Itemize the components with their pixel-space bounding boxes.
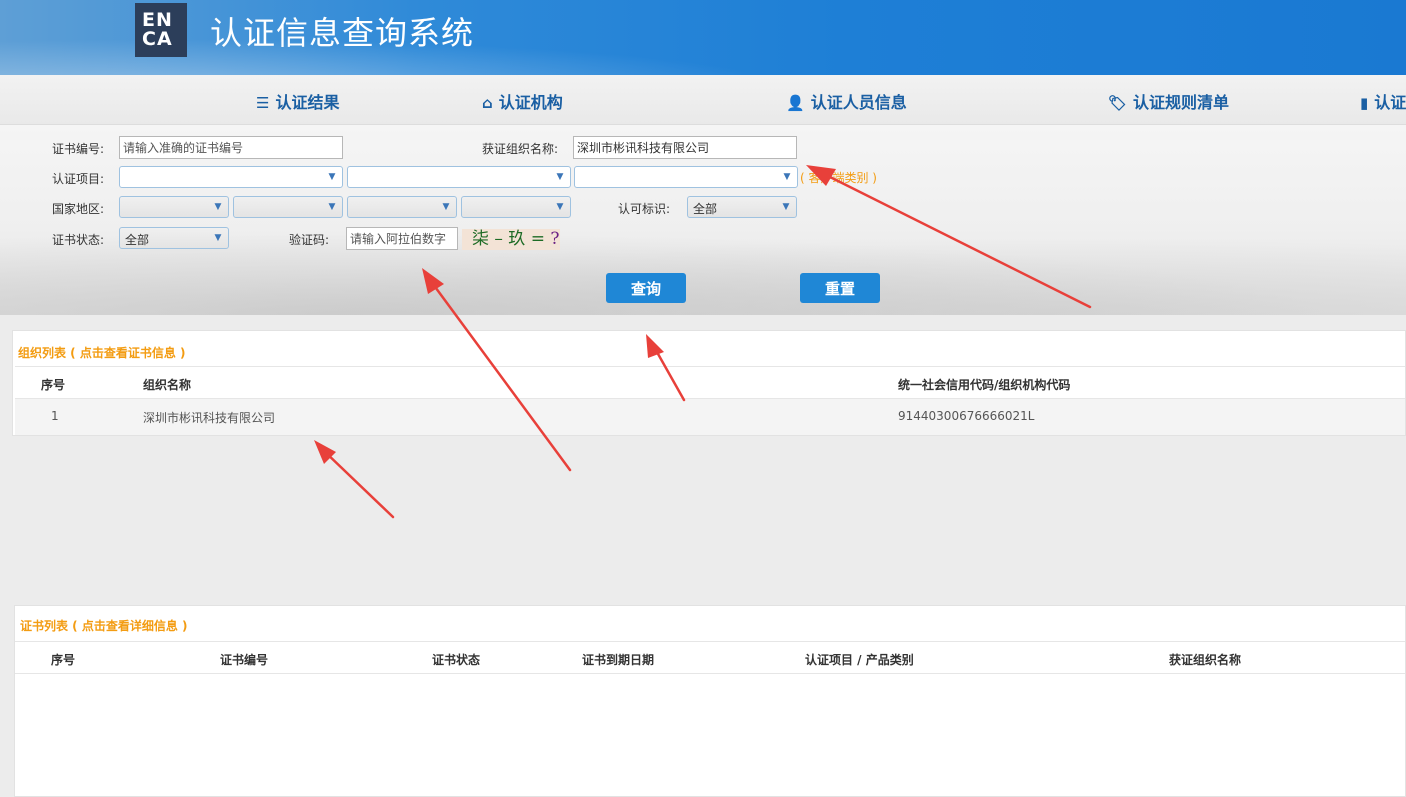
row-credit-code: 91440300676666021L — [898, 409, 1035, 423]
main-nav: ☰ 认证结果 ⌂ 认证机构 👤 认证人员信息 🏷 认证规则清单 ▮ 认证 — [0, 75, 1406, 125]
captcha-question-mark: ? — [544, 229, 560, 249]
region-select-4[interactable]: ▼ — [461, 196, 571, 218]
org-name-label: 获证组织名称: — [482, 142, 559, 156]
tag-icon: 🏷 — [1108, 94, 1128, 112]
captcha-expression: 柒 – 玖 = — [472, 229, 545, 249]
nav-item-cert-results[interactable]: ☰ 认证结果 — [256, 89, 339, 113]
project-select-2[interactable]: ▼ — [347, 166, 571, 188]
status-select-value: 全部 — [125, 233, 150, 247]
nav-label: 认证结果 — [275, 93, 340, 112]
annotation-arrow — [321, 448, 395, 519]
project-hint: ( 客户端类别 ) — [800, 171, 877, 185]
nav-item-cert-bodies[interactable]: ⌂ 认证机构 — [482, 89, 563, 113]
cert-list-header: 序号 证书编号 证书状态 证书到期日期 认证项目 / 产品类别 获证组织名称 — [15, 641, 1405, 674]
app-header: EN CA 认证信息查询系统 — [0, 0, 1406, 75]
nav-item-rules[interactable]: 🏷 认证规则清单 — [1108, 89, 1229, 113]
status-label: 证书状态: — [52, 233, 105, 247]
mark-label: 认可标识: — [618, 202, 671, 216]
cert-list-title: 证书列表 ( 点击查看详细信息 ) — [20, 619, 188, 633]
status-select[interactable]: 全部 ▼ — [119, 227, 229, 249]
chevron-down-icon: ▼ — [782, 202, 790, 212]
column-header-project-category: 认证项目 / 产品类别 — [805, 653, 914, 667]
query-button[interactable]: 查询 — [606, 273, 686, 303]
row-org-name: 深圳市彬讯科技有限公司 — [143, 411, 276, 425]
column-header-index: 序号 — [41, 378, 66, 392]
region-label: 国家地区: — [52, 202, 105, 216]
mark-select-value: 全部 — [693, 202, 718, 216]
org-name-input[interactable] — [573, 136, 797, 159]
system-title: 认证信息查询系统 — [210, 14, 475, 52]
project-select-3[interactable]: ▼ — [574, 166, 798, 188]
org-list-header: 序号 组织名称 统一社会信用代码/组织机构代码 — [15, 366, 1405, 399]
org-list-title: 组织列表 ( 点击查看证书信息 ) — [18, 346, 186, 360]
nav-item-personnel[interactable]: 👤 认证人员信息 — [786, 89, 907, 113]
chevron-down-icon: ▼ — [783, 172, 791, 182]
region-select-1[interactable]: ▼ — [119, 196, 229, 218]
org-list-panel: 组织列表 ( 点击查看证书信息 ) 序号 组织名称 统一社会信用代码/组织机构代… — [12, 330, 1406, 436]
row-index: 1 — [51, 409, 59, 423]
cnca-logo: EN CA — [135, 3, 187, 57]
captcha-input[interactable] — [346, 227, 458, 250]
cert-no-label: 证书编号: — [52, 142, 105, 156]
project-label: 认证项目: — [52, 172, 105, 186]
chevron-down-icon: ▼ — [328, 202, 336, 212]
captcha-label: 验证码: — [289, 233, 330, 247]
reset-button[interactable]: 重置 — [800, 273, 880, 303]
search-panel: 证书编号: 获证组织名称: 认证项目: ▼ ▼ ▼ ( 客户端类别 ) 国家地区… — [0, 125, 1406, 315]
column-header-credit-code: 统一社会信用代码/组织机构代码 — [898, 378, 1071, 392]
logo-text-bottom: CA — [142, 28, 173, 50]
region-select-2[interactable]: ▼ — [233, 196, 343, 218]
nav-item-stats[interactable]: ▮ 认证 — [1360, 89, 1406, 113]
chevron-down-icon: ▼ — [214, 233, 222, 243]
chevron-down-icon: ▼ — [328, 172, 336, 182]
table-row[interactable]: 1 深圳市彬讯科技有限公司 91440300676666021L — [15, 399, 1405, 435]
home-icon: ⌂ — [482, 94, 493, 112]
column-header-org-name: 组织名称 — [143, 378, 192, 392]
column-header-index: 序号 — [51, 653, 76, 667]
column-header-org-name: 获证组织名称 — [1169, 653, 1242, 667]
bar-chart-icon: ▮ — [1360, 94, 1369, 112]
chevron-down-icon: ▼ — [556, 172, 564, 182]
chevron-down-icon: ▼ — [556, 202, 564, 212]
nav-label: 认证机构 — [498, 93, 563, 112]
project-select-1[interactable]: ▼ — [119, 166, 343, 188]
chevron-down-icon: ▼ — [442, 202, 450, 212]
nav-label: 认证人员信息 — [810, 93, 907, 112]
cert-no-input[interactable] — [119, 136, 343, 159]
arrowhead — [314, 440, 336, 464]
column-header-cert-no: 证书编号 — [220, 653, 269, 667]
list-icon: ☰ — [256, 94, 270, 112]
region-select-3[interactable]: ▼ — [347, 196, 457, 218]
chevron-down-icon: ▼ — [214, 202, 222, 212]
nav-label: 认证规则清单 — [1133, 93, 1230, 112]
user-icon: 👤 — [786, 94, 805, 112]
captcha-image[interactable]: 柒 – 玖 = ? — [462, 229, 560, 250]
mark-select[interactable]: 全部 ▼ — [687, 196, 797, 218]
nav-label: 认证 — [1374, 93, 1406, 112]
cert-list-panel: 证书列表 ( 点击查看详细信息 ) 序号 证书编号 证书状态 证书到期日期 认证… — [14, 605, 1406, 797]
column-header-cert-status: 证书状态 — [432, 653, 481, 667]
column-header-expiry-date: 证书到期日期 — [582, 653, 655, 667]
